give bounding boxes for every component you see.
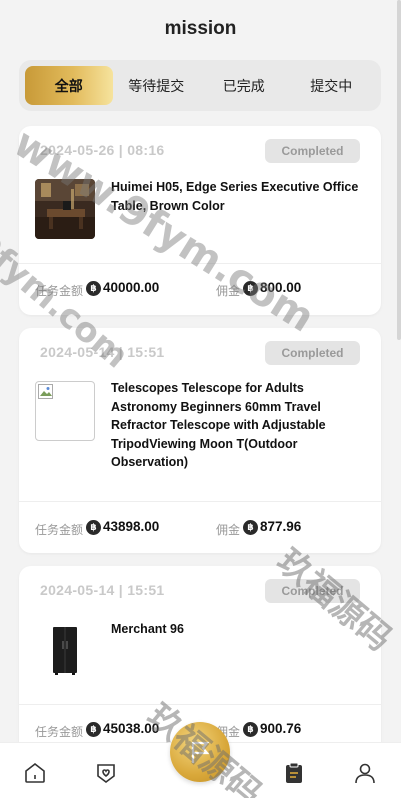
commission-label: 佣金 [216, 523, 241, 537]
task-amount-label: 任务金额 [35, 284, 84, 298]
flag-icon [191, 741, 210, 763]
commission-amount: 900.76 [260, 721, 302, 736]
product-thumbnail[interactable] [35, 381, 95, 441]
product-thumbnail[interactable] [35, 179, 95, 239]
status-badge: Completed [265, 341, 360, 365]
task-amount: 45038.00 [103, 721, 160, 736]
currency-icon: ฿ [86, 281, 101, 296]
tab-completed[interactable]: 已完成 [200, 66, 288, 105]
task-amount: 40000.00 [103, 280, 160, 295]
currency-icon: ฿ [86, 520, 101, 535]
task-date: 2024-05-26 | 08:16 [40, 142, 165, 158]
product-name: Huimei H05, Edge Series Executive Office… [111, 180, 359, 213]
task-card[interactable]: 2024-05-26 | 08:16 Completed Huimei H05,… [19, 126, 381, 315]
status-badge: Completed [265, 579, 360, 603]
currency-icon: ฿ [243, 520, 258, 535]
task-date: 2024-05-14 | 15:51 [40, 344, 165, 360]
page-title: mission [164, 18, 237, 39]
commission-amount: 877.96 [260, 519, 302, 534]
tab-submitting[interactable]: 提交中 [288, 66, 376, 105]
heart-shield-icon[interactable] [94, 761, 118, 785]
currency-icon: ฿ [243, 722, 258, 737]
card-divider [19, 704, 381, 705]
task-amount-label: 任务金额 [35, 523, 84, 537]
home-icon[interactable] [23, 761, 47, 785]
commission-label: 佣金 [216, 284, 241, 298]
task-date: 2024-05-14 | 15:51 [40, 582, 165, 598]
product-thumbnail[interactable] [35, 619, 95, 679]
amount-row: 任务金额 ฿ 43898.00 佣金 ฿ 877.96 [19, 518, 381, 538]
mission-center-button[interactable] [170, 722, 230, 782]
clipboard-icon[interactable] [282, 761, 306, 785]
task-card[interactable]: 2024-05-14 | 15:51 Completed Telescopes … [19, 328, 381, 553]
scrollbar[interactable] [397, 0, 401, 340]
user-icon[interactable] [353, 761, 377, 785]
task-amount: 43898.00 [103, 519, 160, 534]
product-name: Merchant 96 [111, 622, 184, 636]
tab-pending-submit[interactable]: 等待提交 [113, 66, 201, 105]
status-tabs: 全部 等待提交 已完成 提交中 [19, 60, 381, 111]
amount-row: 任务金额 ฿ 40000.00 佣金 ฿ 800.00 [19, 279, 381, 299]
commission-amount: 800.00 [260, 280, 302, 295]
status-badge: Completed [265, 139, 360, 163]
tab-all[interactable]: 全部 [25, 66, 113, 105]
card-divider [19, 263, 381, 264]
card-divider [19, 501, 381, 502]
broken-image-icon [38, 384, 53, 399]
currency-icon: ฿ [86, 722, 101, 737]
task-amount-label: 任务金额 [35, 725, 84, 739]
currency-icon: ฿ [243, 281, 258, 296]
product-name: Telescopes Telescope for Adults Astronom… [111, 381, 326, 469]
